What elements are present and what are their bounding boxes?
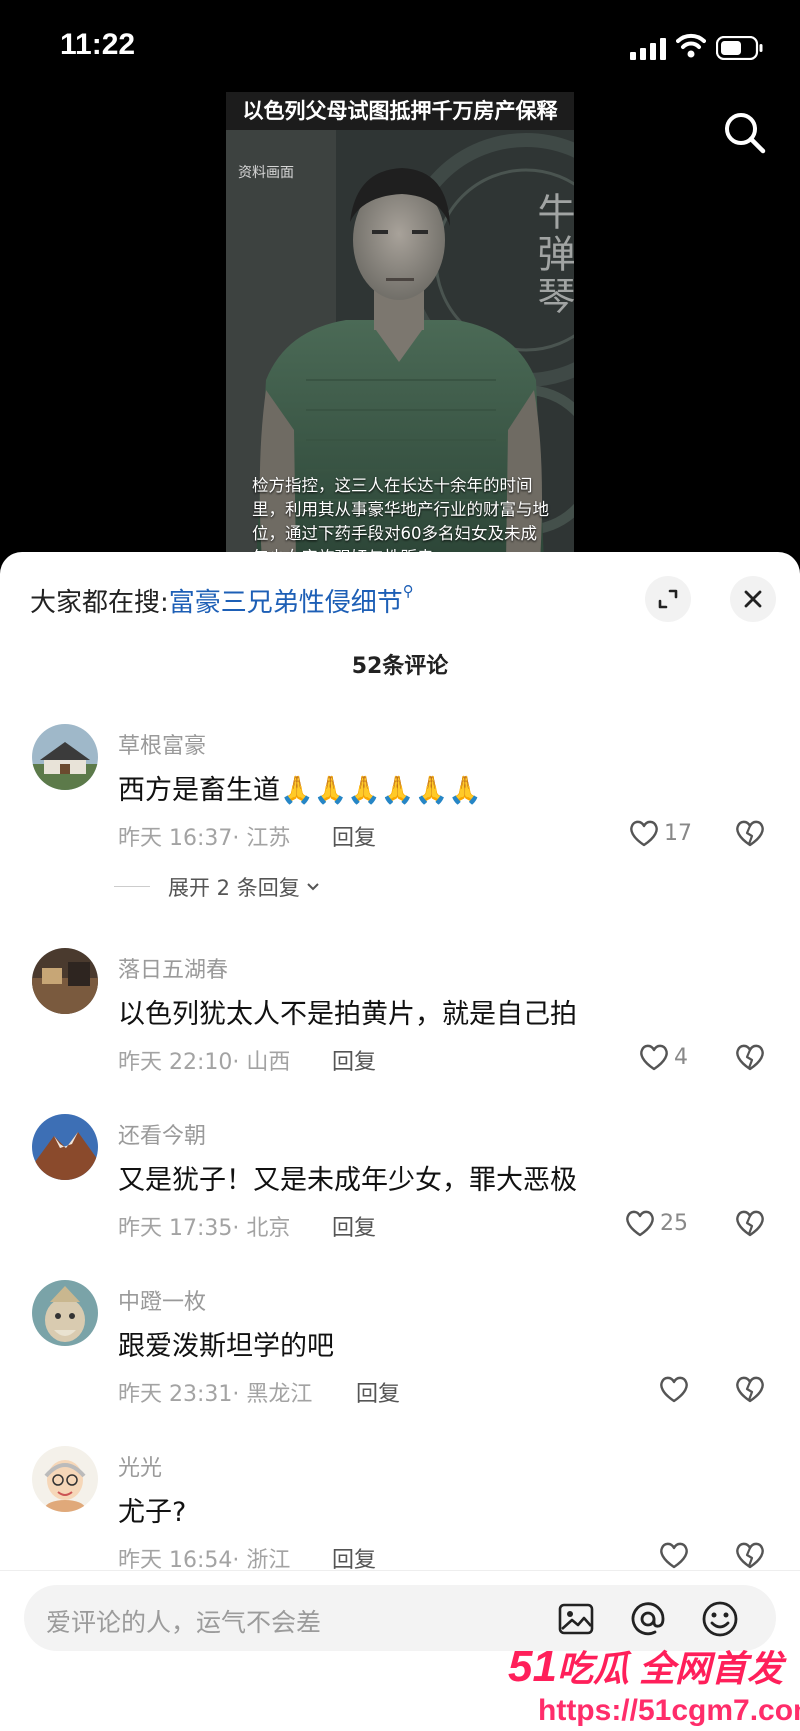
like-button[interactable]: 4 (638, 1042, 688, 1072)
like-count: 17 (664, 820, 692, 846)
heart-icon (630, 820, 658, 847)
comment-sheet: 大家都在搜:富豪三兄弟性侵细节⚲ 52条评论 草根富豪 西方是畜生道🙏🙏🙏🙏🙏🙏 (0, 552, 800, 1731)
mini-search-icon: ⚲ (402, 582, 414, 600)
comment-input-placeholder: 爱评论的人，运气不会差 (46, 1608, 322, 1637)
trending-search[interactable]: 大家都在搜:富豪三兄弟性侵细节⚲ (30, 582, 414, 619)
comment-text: 尤子? (118, 1497, 187, 1528)
comment-username[interactable]: 中蹬一枚 (118, 1284, 206, 1316)
like-button[interactable]: 25 (624, 1208, 688, 1238)
comment-username[interactable]: 光光 (118, 1450, 162, 1482)
comment-meta: 昨天 23:31· 黑龙江 (118, 1382, 313, 1407)
reply-button[interactable]: 回复 (332, 1210, 376, 1242)
reply-button[interactable]: 回复 (332, 820, 376, 852)
comment-username[interactable]: 还看今朝 (118, 1118, 206, 1150)
watermark-url: https://51cgm7.com (538, 1694, 800, 1727)
comment-meta: 昨天 22:10· 山西 (118, 1050, 291, 1075)
status-time: 11:22 (60, 28, 136, 61)
comment-meta: 昨天 17:35· 北京 (118, 1216, 291, 1241)
trending-prefix: 大家都在搜: (30, 588, 169, 618)
reply-button[interactable]: 回复 (332, 1044, 376, 1076)
image-icon[interactable] (556, 1599, 596, 1639)
video-player[interactable]: 以色列父母试图抵押千万房产保释 资料画面 牛弹琴 检方指控，这三人在长达十余年的… (226, 92, 574, 562)
video-headline: 以色列父母试图抵押千万房产保释 (226, 92, 574, 130)
expand-divider (114, 886, 150, 887)
search-icon[interactable] (722, 110, 768, 156)
comment-item: 落日五湖春 以色列犹太人不是拍黄片，就是自己拍 昨天 22:10· 山西 回复 … (0, 948, 800, 1108)
close-icon (744, 590, 762, 608)
video-watermark: 牛弹琴 (531, 192, 574, 318)
expand-replies-button[interactable]: 展开 2 条回复 (114, 872, 320, 902)
comment-text: 又是犹子！又是未成年少女，罪大恶极 (118, 1165, 577, 1196)
chevron-down-icon (307, 883, 319, 891)
avatar[interactable] (32, 948, 98, 1014)
avatar[interactable] (32, 724, 98, 790)
trending-search-link[interactable]: 富豪三兄弟性侵细节 (169, 588, 403, 618)
watermark-number: 51 (508, 1642, 557, 1691)
avatar[interactable] (32, 1114, 98, 1180)
watermark-slogan: 吃瓜 全网首发 (556, 1648, 783, 1689)
reply-button[interactable]: 回复 (356, 1376, 400, 1408)
like-button[interactable] (658, 1540, 694, 1570)
comment-count: 52条评论 (351, 654, 449, 679)
expand-icon (658, 589, 678, 609)
comment-meta: 昨天 16:37· 江苏 (118, 826, 291, 851)
close-button[interactable] (730, 576, 776, 622)
comment-username[interactable]: 草根富豪 (118, 728, 206, 760)
avatar[interactable] (32, 1446, 98, 1512)
video-source-tag: 资料画面 (238, 165, 294, 181)
broken-heart-icon[interactable] (734, 1042, 766, 1072)
comment-item: 还看今朝 又是犹子！又是未成年少女，罪大恶极 昨天 17:35· 北京 回复 2… (0, 1114, 800, 1274)
battery-icon (716, 36, 763, 60)
comment-text: 以色列犹太人不是拍黄片，就是自己拍 (118, 999, 577, 1030)
fullscreen-button[interactable] (645, 576, 691, 622)
comment-text: 跟爱泼斯坦学的吧 (118, 1331, 334, 1362)
avatar[interactable] (32, 1280, 98, 1346)
heart-icon (660, 1376, 688, 1403)
status-bar: 11:22 (0, 0, 800, 96)
comment-text: 西方是畜生道🙏🙏🙏🙏🙏🙏 (118, 775, 482, 806)
heart-icon (626, 1210, 654, 1237)
heart-icon (660, 1542, 688, 1569)
cellular-signal-icon (630, 38, 666, 60)
expand-replies-label: 展开 2 条回复 (168, 876, 300, 900)
comment-item: 草根富豪 西方是畜生道🙏🙏🙏🙏🙏🙏 昨天 16:37· 江苏 回复 17 展开 … (0, 724, 800, 900)
like-button[interactable]: 17 (628, 818, 692, 848)
heart-icon (640, 1044, 668, 1071)
like-count: 4 (674, 1044, 688, 1070)
broken-heart-icon[interactable] (734, 1374, 766, 1404)
wifi-icon (676, 33, 706, 58)
broken-heart-icon[interactable] (734, 818, 766, 848)
like-button[interactable] (658, 1374, 694, 1404)
broken-heart-icon[interactable] (734, 1208, 766, 1238)
like-count: 25 (660, 1210, 688, 1236)
broken-heart-icon[interactable] (734, 1540, 766, 1570)
video-caption: 检方指控，这三人在长达十余年的时间里，利用其从事豪华地产行业的财富与地位，通过下… (252, 476, 549, 562)
comment-username[interactable]: 落日五湖春 (118, 952, 228, 984)
watermark-line1: 51吃瓜 全网首发 (508, 1640, 783, 1692)
emoji-icon[interactable] (700, 1599, 740, 1639)
site-watermark: 51吃瓜 全网首发 https://51cgm7.com (508, 1640, 800, 1728)
mention-icon[interactable] (628, 1599, 668, 1639)
comment-item: 中蹬一枚 跟爱泼斯坦学的吧 昨天 23:31· 黑龙江 回复 (0, 1280, 800, 1440)
